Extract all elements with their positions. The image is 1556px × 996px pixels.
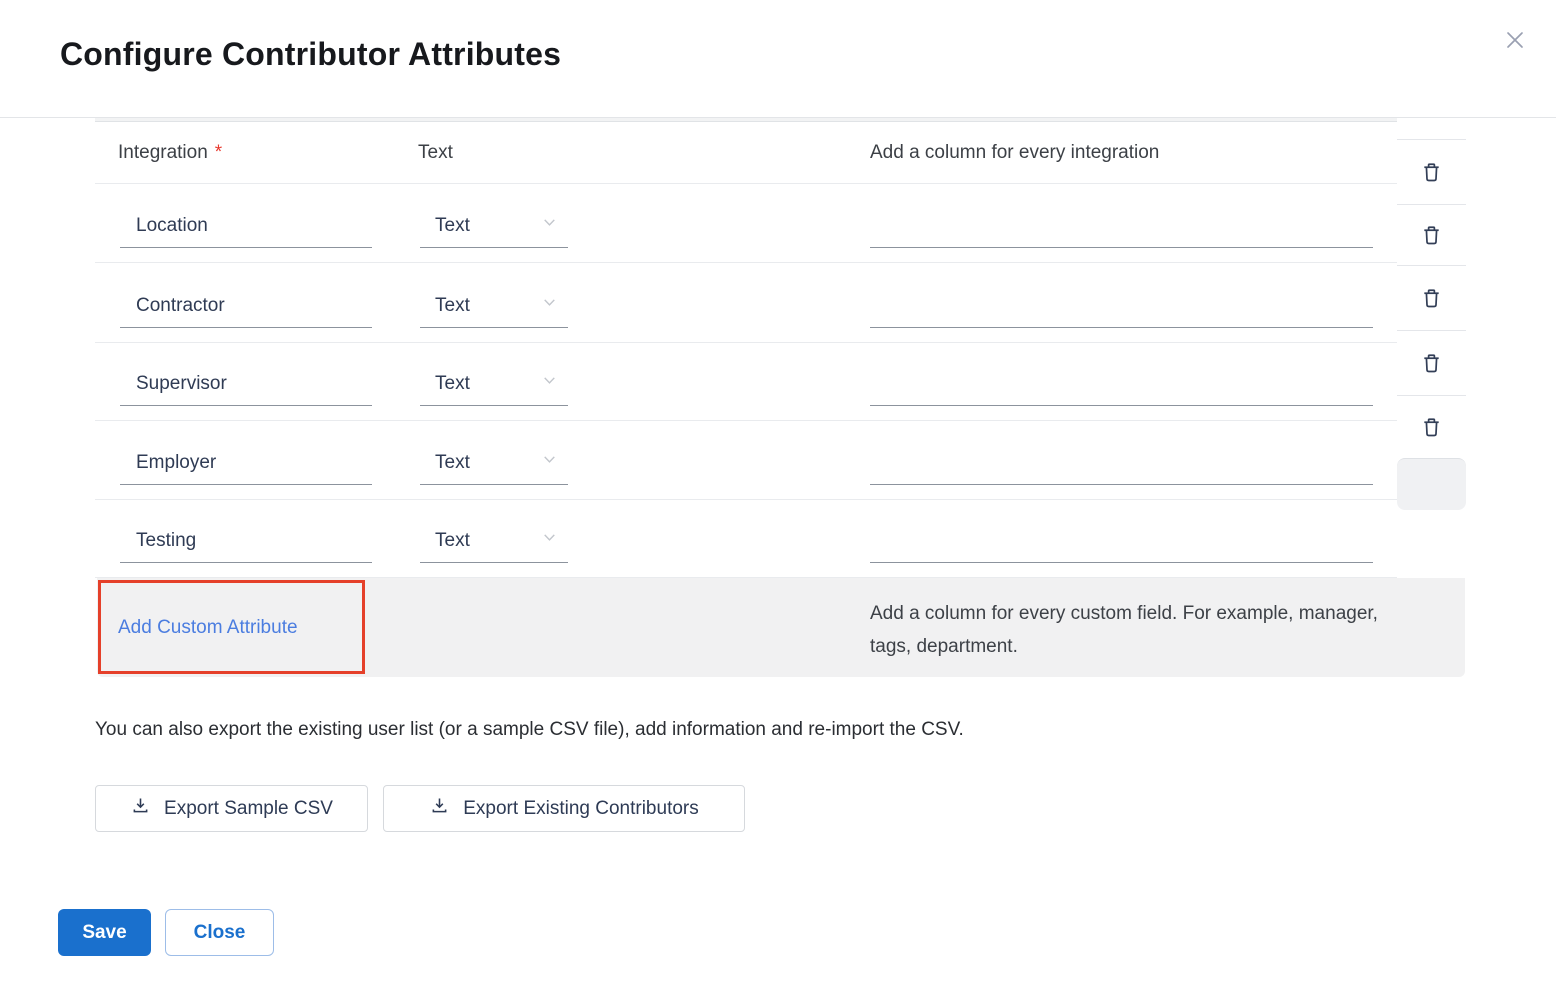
attribute-type-label: Text xyxy=(418,122,453,183)
column-mapping-input[interactable] xyxy=(870,215,1373,248)
close-icon xyxy=(1500,43,1530,58)
attribute-name-input[interactable] xyxy=(120,373,372,406)
trash-icon xyxy=(1420,173,1443,188)
delete-cell xyxy=(1397,395,1466,458)
add-custom-attribute-row: Add Custom Attribute Add a column for ev… xyxy=(97,578,1465,677)
chevron-down-icon xyxy=(541,529,558,551)
add-custom-attribute-link[interactable]: Add Custom Attribute xyxy=(118,578,298,677)
column-mapping-input[interactable] xyxy=(870,530,1373,563)
download-icon xyxy=(429,795,450,822)
table-row: Text xyxy=(95,421,1397,500)
trash-icon xyxy=(1420,428,1443,443)
download-icon xyxy=(130,795,151,822)
required-asterisk: * xyxy=(215,142,222,164)
delete-cell xyxy=(1397,139,1466,204)
trash-icon xyxy=(1420,299,1443,314)
custom-field-description: Add a column for every custom field. For… xyxy=(870,597,1400,663)
attribute-name-input[interactable] xyxy=(120,295,372,328)
delete-cell xyxy=(1397,265,1466,330)
table-row-integration: Integration* Text Add a column for every… xyxy=(95,122,1397,184)
chevron-down-icon xyxy=(541,372,558,394)
page-title: Configure Contributor Attributes xyxy=(60,36,561,73)
export-sample-csv-button[interactable]: Export Sample CSV xyxy=(95,785,368,832)
save-button[interactable]: Save xyxy=(58,909,151,956)
column-mapping-input[interactable] xyxy=(870,452,1373,485)
attribute-name-input[interactable] xyxy=(120,215,372,248)
delete-row-button[interactable] xyxy=(1416,282,1447,315)
delete-cell xyxy=(1397,330,1466,395)
attribute-type-select[interactable]: Text xyxy=(420,364,568,406)
table-row: Text xyxy=(95,500,1397,578)
export-existing-contributors-button[interactable]: Export Existing Contributors xyxy=(383,785,745,832)
attribute-name-input[interactable] xyxy=(120,530,372,563)
column-mapping-input[interactable] xyxy=(870,373,1373,406)
configure-contributor-attributes-dialog: Configure Contributor Attributes Integra… xyxy=(0,0,1556,996)
attribute-type-select[interactable]: Text xyxy=(420,206,568,248)
integration-column-description: Add a column for every integration xyxy=(870,122,1159,183)
attribute-type-select[interactable]: Text xyxy=(420,521,568,563)
delete-row-button[interactable] xyxy=(1416,219,1447,252)
delete-cell-disabled xyxy=(1397,458,1466,510)
attribute-name-input[interactable] xyxy=(120,452,372,485)
delete-row-button[interactable] xyxy=(1416,411,1447,444)
dialog-close-button[interactable] xyxy=(1498,24,1532,58)
trash-icon xyxy=(1420,364,1443,379)
attribute-type-select[interactable]: Text xyxy=(420,443,568,485)
delete-row-button[interactable] xyxy=(1416,156,1447,189)
trash-icon xyxy=(1420,236,1443,251)
chevron-down-icon xyxy=(541,214,558,236)
table-row: Text xyxy=(95,184,1397,263)
export-note: You can also export the existing user li… xyxy=(95,719,964,741)
chevron-down-icon xyxy=(541,294,558,316)
table-row: Text xyxy=(95,263,1397,343)
table-row: Text xyxy=(95,343,1397,421)
chevron-down-icon xyxy=(541,451,558,473)
delete-cell xyxy=(1397,204,1466,265)
delete-row-button[interactable] xyxy=(1416,347,1447,380)
attribute-name-label: Integration* xyxy=(118,122,222,183)
close-button[interactable]: Close xyxy=(165,909,274,956)
attribute-type-select[interactable]: Text xyxy=(420,286,568,328)
column-mapping-input[interactable] xyxy=(870,295,1373,328)
